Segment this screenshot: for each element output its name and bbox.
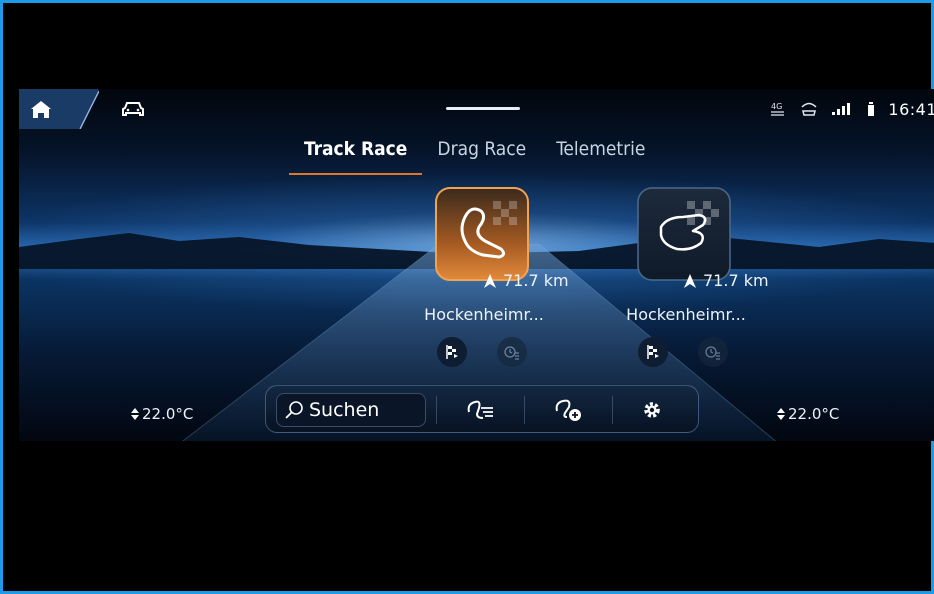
temperature-right-value: 22.0°C <box>788 405 840 423</box>
tab-bar: Track Race Drag Race Telemetrie <box>289 135 660 175</box>
track-distance-2: 71.7 km <box>683 271 769 290</box>
lap-timer-icon <box>504 346 519 360</box>
tab-telemetrie[interactable]: Telemetrie <box>541 135 660 175</box>
battery-icon <box>868 102 875 116</box>
track-name-1[interactable]: Hockenheimr... <box>399 305 569 324</box>
temperature-left[interactable]: 22.0°C <box>131 405 193 423</box>
race-start-button-1[interactable] <box>437 337 467 367</box>
app-window: 4G 16:41 Track Race Drag Race Telemetrie <box>0 0 934 594</box>
track-list-icon <box>467 400 493 419</box>
lap-timer-button-2[interactable] <box>698 337 728 367</box>
dock-divider <box>436 396 437 424</box>
track-tile-2[interactable] <box>637 187 731 281</box>
home-button[interactable] <box>19 89 99 129</box>
dock-divider <box>612 396 613 424</box>
add-track-button[interactable] <box>538 393 598 427</box>
bottom-dock: Suchen <box>265 385 699 433</box>
temperature-right[interactable]: 22.0°C <box>777 405 839 423</box>
network-4g-icon: 4G <box>770 100 786 118</box>
track-distance-value: 71.7 km <box>503 271 569 290</box>
top-bar: 4G 16:41 <box>19 89 934 129</box>
track-name-2[interactable]: Hockenheimr... <box>601 305 771 324</box>
temperature-arrows-icon <box>777 408 785 420</box>
status-area: 4G 16:41 <box>770 97 934 121</box>
temperature-left-value: 22.0°C <box>142 405 194 423</box>
navigation-arrow-icon <box>684 273 696 288</box>
tab-track-race[interactable]: Track Race <box>289 135 423 175</box>
checkered-flag-icon <box>446 345 458 359</box>
temperature-arrows-icon <box>131 408 139 420</box>
drag-handle[interactable] <box>446 107 520 110</box>
lap-timer-button-1[interactable] <box>497 337 527 367</box>
dock-divider <box>524 396 525 424</box>
tab-drag-race[interactable]: Drag Race <box>422 135 541 175</box>
svg-text:4G: 4G <box>771 102 782 111</box>
signal-strength-icon <box>832 103 854 115</box>
search-button[interactable]: Suchen <box>276 393 426 427</box>
connected-car-icon <box>800 101 818 117</box>
navigation-arrow-icon <box>484 273 496 288</box>
track-distance-value: 71.7 km <box>703 271 769 290</box>
infotainment-screen: 4G 16:41 Track Race Drag Race Telemetrie <box>19 89 934 441</box>
checkered-flag-icon <box>647 345 659 359</box>
race-start-button-2[interactable] <box>638 337 668 367</box>
lap-timer-icon <box>705 346 720 360</box>
settings-gear-icon <box>644 402 660 418</box>
add-track-icon <box>555 399 581 421</box>
settings-button[interactable] <box>622 393 682 427</box>
track-tile-1[interactable] <box>435 187 529 281</box>
track-list-button[interactable] <box>450 393 510 427</box>
search-label: Suchen <box>309 399 380 421</box>
search-icon <box>285 401 303 419</box>
track-distance-1: 71.7 km <box>483 271 569 290</box>
clock: 16:41 <box>888 99 934 119</box>
car-icon[interactable] <box>121 100 145 118</box>
